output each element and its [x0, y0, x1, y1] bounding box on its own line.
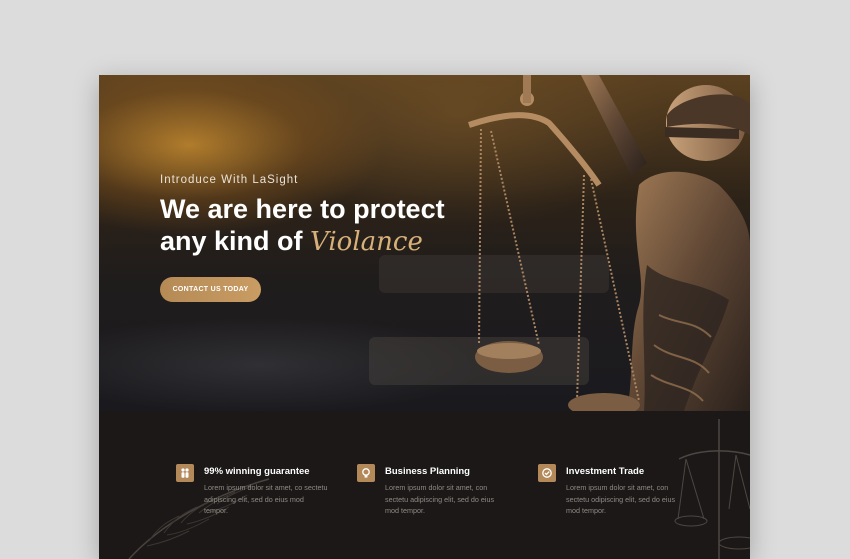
hero-headline: We are here to protect any kind of Viola…: [160, 193, 520, 258]
headline-line1: We are here to protect: [160, 194, 445, 224]
feature-title: Investment Trade: [566, 466, 645, 477]
contact-us-button[interactable]: CONTACT US TODAY: [160, 277, 261, 302]
headline-accent: Violance: [310, 227, 423, 257]
feature-text: Lorem ipsum dolor sit amet, co sectetu a…: [204, 483, 328, 515]
page-frame: Introduce With LaSight We are here to pr…: [99, 75, 750, 559]
lightbulb-icon: [357, 464, 375, 482]
people-icon: [176, 464, 194, 482]
hero-section: Introduce With LaSight We are here to pr…: [99, 75, 750, 411]
feature-title: 99% winning guarantee: [204, 466, 310, 477]
headline-line2: any kind of: [160, 226, 303, 256]
feature-title: Business Planning: [385, 466, 470, 477]
features-section: 99% winning guarantee Lorem ipsum dolor …: [99, 411, 750, 559]
feature-text: Lorem ipsum dolor sit amet, con sectetu …: [385, 483, 495, 515]
hero-intro: Introduce With LaSight: [160, 174, 299, 186]
feature-text: Lorem ipsum dolor sit amet, con sectetu …: [566, 483, 676, 515]
badge-check-icon: [538, 464, 556, 482]
